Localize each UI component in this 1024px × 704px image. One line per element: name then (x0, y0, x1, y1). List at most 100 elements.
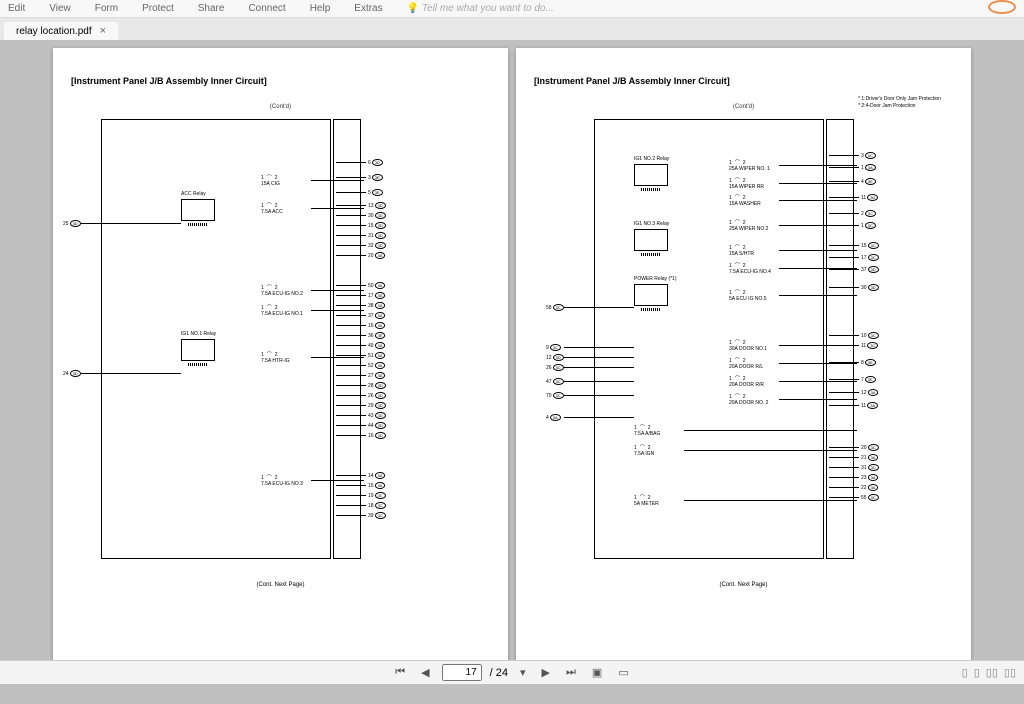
connector-pin: 433D (368, 412, 386, 419)
connector-pin: 163A (368, 322, 385, 329)
connector-pin: 13C (861, 222, 876, 229)
connector-pin: 203C (861, 444, 879, 451)
fuse: 5A ECU IG NO.5 (729, 289, 767, 302)
connector-pin: 193C (368, 492, 386, 499)
connector-pin: 283D (368, 382, 386, 389)
continuous-facing-icon[interactable]: ▯▯ (1004, 666, 1016, 679)
fuse: 7.5A IGN (634, 444, 654, 457)
relay (181, 339, 215, 361)
jb-frame (594, 119, 824, 559)
menu-form[interactable]: Form (95, 3, 118, 14)
fit-width-icon[interactable]: ▭ (614, 666, 632, 679)
footnotes: * 1:Driver's Door Only Jam Protection* 2… (858, 96, 941, 109)
tell-me-search[interactable]: Tell me what you want to do... (407, 3, 554, 14)
connector-pin: 513A (368, 352, 385, 359)
connector-pin: 183C (368, 502, 386, 509)
document-tab[interactable]: relay location.pdf × (4, 22, 118, 40)
page-title: [Instrument Panel J/B Assembly Inner Cir… (71, 76, 490, 86)
relay (181, 199, 215, 221)
pdf-page-right: [Instrument Panel J/B Assembly Inner Cir… (516, 48, 971, 660)
connector-pin: 33C (861, 152, 876, 159)
continuous-icon[interactable]: ▯ (974, 666, 980, 679)
connector-pin: 523A (368, 362, 385, 369)
connector-pin: 363E (368, 332, 385, 339)
next-page-button[interactable]: ▶ (538, 666, 554, 679)
relay (634, 229, 668, 251)
fuse: 15A S/HTR (729, 244, 754, 257)
single-page-icon[interactable]: ▯ (962, 666, 968, 679)
prev-page-button[interactable]: ◀ (417, 666, 433, 679)
last-page-button[interactable]: ⏭ (562, 666, 580, 679)
connector-pin: 93C (546, 344, 561, 351)
connector-pin: 443D (368, 422, 386, 429)
connector-pin: 263C (546, 364, 564, 371)
fuse: 7.5A ECU-IG NO.4 (729, 262, 771, 275)
page-footer: (Cont. Next Page) (71, 582, 490, 588)
menu-share[interactable]: Share (198, 3, 225, 14)
connector-pin: 133D (368, 202, 386, 209)
relay-label: POWER Relay (*1) (634, 276, 677, 282)
tab-bar: relay location.pdf × (0, 18, 1024, 40)
page-footer: (Cont. Next Page) (534, 582, 953, 588)
fuse: 20A DOOR R/L (729, 357, 763, 370)
brand-icon (988, 0, 1016, 14)
fuse: 5A METER (634, 494, 659, 507)
connector-pin: 213A (861, 454, 878, 461)
contd-label: (Cont'd) (71, 104, 490, 110)
menu-extras[interactable]: Extras (354, 3, 382, 14)
first-page-button[interactable]: ⏮ (391, 666, 409, 679)
connector-pin: 473C (546, 378, 564, 385)
connector-pin: 703C (546, 392, 564, 399)
close-icon[interactable]: × (100, 25, 106, 37)
connector-pin: 373A (368, 312, 385, 319)
connector-pin: 313D (368, 232, 386, 239)
connector-pin: 233A (861, 474, 878, 481)
relay (634, 164, 668, 186)
connector-pin: 203A (368, 252, 385, 259)
page-number-input[interactable] (442, 664, 482, 681)
menu-edit[interactable]: Edit (8, 3, 25, 14)
connector-pin: 103C (861, 332, 879, 339)
connector-pin: 393C (368, 512, 386, 519)
relay (634, 284, 668, 306)
fit-page-icon[interactable]: ▣ (588, 666, 606, 679)
fuse: 20A DOOR NO. 2 (729, 393, 768, 406)
page-dropdown[interactable]: ▾ (516, 666, 530, 679)
connector-pin: 243D (63, 370, 81, 377)
menu-help[interactable]: Help (310, 3, 331, 14)
connector-pin: 33E (368, 174, 383, 181)
facing-icon[interactable]: ▯▯ (986, 666, 998, 679)
connector-pin: 293D (368, 402, 386, 409)
jb-frame (101, 119, 331, 559)
connector-pin: 263D (368, 392, 386, 399)
page-title: [Instrument Panel J/B Assembly Inner Cir… (534, 76, 953, 86)
connector-pin: 43E (861, 178, 876, 185)
fuse: 7.5A HTR-IG (261, 351, 290, 364)
fuse: 15A CIG (261, 174, 281, 187)
fuse: 20A DOOR R/R (729, 375, 764, 388)
fuse: 7.5A ACC (261, 202, 283, 215)
menu-bar: Edit View Form Protect Share Connect Hel… (0, 0, 1024, 18)
connector-frame (826, 119, 854, 559)
fuse: 7.5A ECU-IG NO.1 (261, 304, 303, 317)
fuse: 7.5A A/BAG (634, 424, 660, 437)
menu-protect[interactable]: Protect (142, 3, 174, 14)
connector-pin: 143A (368, 472, 385, 479)
fuse: 15A WIPER RR (729, 177, 764, 190)
fuse: 30A DOOR NO.1 (729, 339, 767, 352)
connector-pin: 553C (861, 494, 879, 501)
connector-pin: 153C (861, 242, 879, 249)
pdf-viewer[interactable]: [Instrument Panel J/B Assembly Inner Cir… (0, 40, 1024, 660)
page-total: / 24 (490, 667, 508, 679)
connector-pin: 13A (861, 164, 876, 171)
connector-pin: 303D (368, 212, 386, 219)
menu-view[interactable]: View (49, 3, 71, 14)
connector-pin: 503A (368, 282, 385, 289)
connector-pin: 373D (861, 266, 879, 273)
connector-frame (333, 119, 361, 559)
connector-pin: 223A (861, 484, 878, 491)
relay-label: ACC Relay (181, 191, 206, 197)
menu-connect[interactable]: Connect (248, 3, 285, 14)
connector-pin: 583C (546, 304, 564, 311)
connector-pin: 53E (368, 189, 383, 196)
